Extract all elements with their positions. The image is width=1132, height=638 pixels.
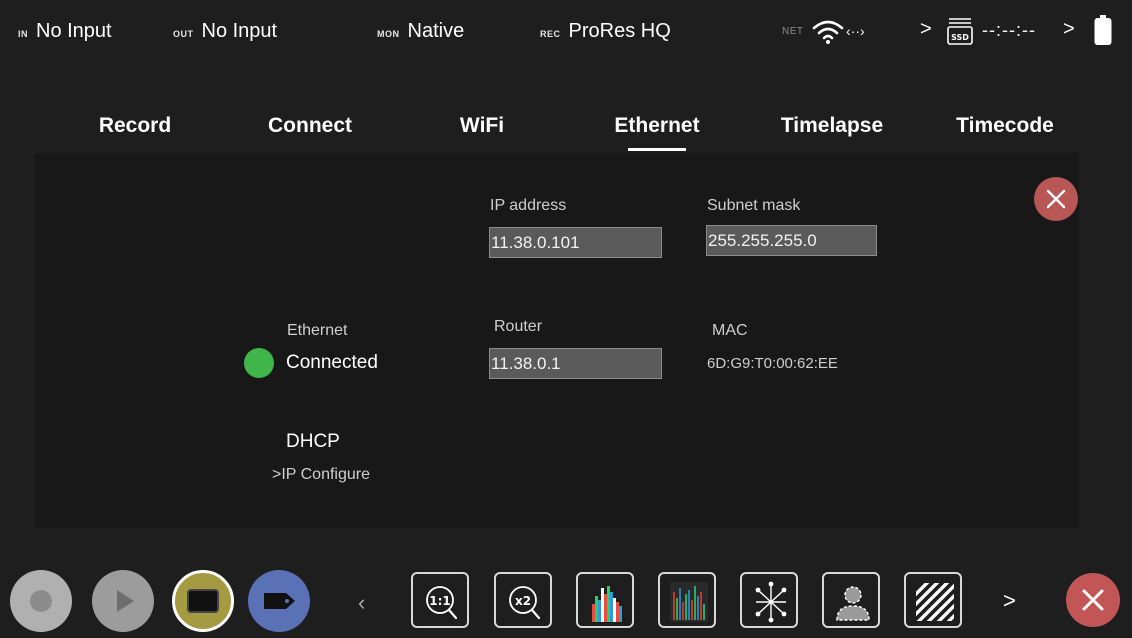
zoom-1-1-button[interactable]: 1:1 [411,572,469,628]
magnifier-icon: 1:1 [426,586,458,620]
chevron-right-icon[interactable]: > [920,18,932,41]
ssd-icon[interactable]: SSD [946,16,974,46]
monitor-value: Native [407,20,465,42]
media-time: --:--:-- [982,20,1036,40]
vectorscope-icon [755,581,787,623]
tag-button[interactable] [248,570,310,632]
network-arrows-icon: ‹··› [846,23,865,39]
record-icon [30,590,52,612]
output-tag: OUT [173,29,194,39]
subnet-mask-field[interactable]: 255.255.255.0 [706,225,877,256]
active-tab-indicator [628,148,686,151]
histogram-button[interactable] [576,572,634,628]
chevron-right-icon[interactable]: > [1063,18,1075,41]
wifi-icon[interactable] [812,19,844,45]
tag-icon [264,593,295,609]
input-tag: IN [18,29,28,39]
histogram-icon [592,586,622,622]
record-button[interactable] [10,570,72,632]
dhcp-label: DHCP [286,431,340,452]
waveform-button[interactable] [658,572,716,628]
router-field[interactable]: 11.38.0.1 [489,348,662,379]
ip-address-field[interactable]: 11.38.0.101 [489,227,662,258]
tab-wifi[interactable]: WiFi [460,114,504,138]
monitor-tag: MON [377,29,400,39]
screen-icon [187,589,219,613]
tab-record[interactable]: Record [99,114,171,138]
output-value: No Input [201,20,278,42]
play-icon [117,590,134,612]
magnifier-icon: x2 [509,586,541,620]
connected-status-indicator [244,348,274,378]
record-value: ProRes HQ [568,20,671,42]
false-color-button[interactable] [822,572,880,628]
person-outline-icon [836,586,870,621]
network-tag: NET [782,26,804,37]
toolbar-next-arrow[interactable]: > [1003,588,1016,614]
tab-timecode[interactable]: Timecode [956,114,1054,138]
ssd-label: SSD [951,33,969,42]
close-menu-button[interactable] [1066,573,1120,627]
zebra-button[interactable] [904,572,962,628]
input-value: No Input [36,20,112,42]
mac-label: MAC [712,322,748,339]
mac-address-value: 6D:G9:T0:00:62:EE [707,355,838,372]
battery-icon [1094,15,1112,45]
toolbar-prev-arrow[interactable]: ‹ [358,590,365,616]
router-label: Router [494,318,543,335]
zoom-x2-label: x2 [515,594,531,608]
close-icon [1046,189,1066,209]
output-status[interactable]: OUT No Input [173,20,277,43]
settings-tabs: Record Connect WiFi Ethernet Timelapse T… [0,100,1132,152]
tab-timelapse[interactable]: Timelapse [781,114,883,138]
subnet-mask-label: Subnet mask [707,197,801,214]
monitor-view-button[interactable] [172,570,234,632]
ip-configure-link[interactable]: >IP Configure [272,466,370,484]
record-status[interactable]: REC ProRes HQ [540,20,671,43]
zoom-x2-button[interactable]: x2 [494,572,552,628]
close-icon [1082,589,1104,611]
vectorscope-button[interactable] [740,572,798,628]
record-tag: REC [540,29,561,39]
tab-ethernet[interactable]: Ethernet [614,114,699,138]
waveform-icon [670,582,708,622]
panel-close-button[interactable] [1034,177,1078,221]
input-status[interactable]: IN No Input [18,20,112,43]
zebra-stripes-icon [916,583,954,621]
play-button[interactable] [92,570,154,632]
tab-connect[interactable]: Connect [268,114,352,138]
zoom-1-1-label: 1:1 [429,594,451,608]
ip-address-label: IP address [490,197,567,214]
monitor-status[interactable]: MON Native [377,20,464,43]
status-bar: IN No Input OUT No Input MON Native REC … [0,0,1132,62]
connection-status: Connected [286,352,378,373]
ethernet-status-label: Ethernet [287,322,348,339]
